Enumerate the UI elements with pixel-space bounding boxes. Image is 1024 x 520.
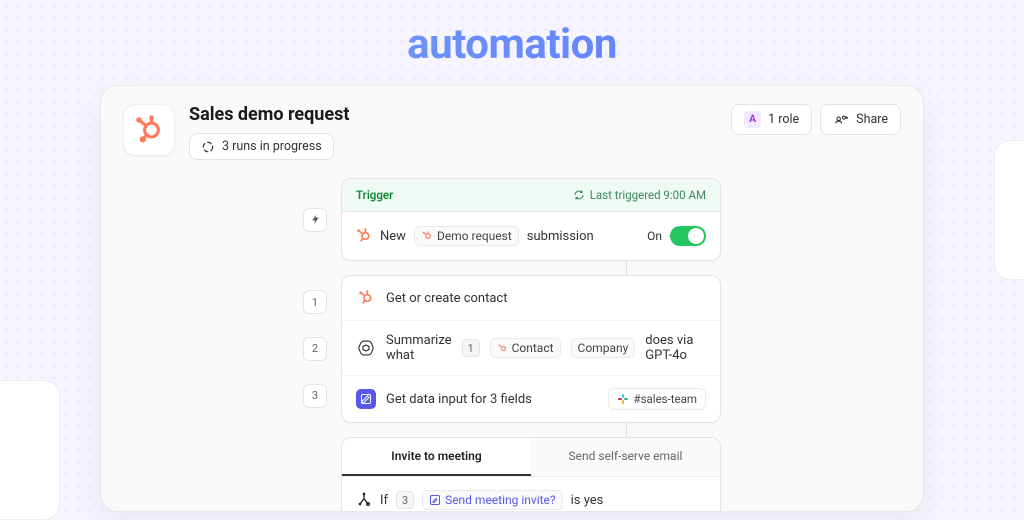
decorative-shape xyxy=(0,380,60,520)
share-icon xyxy=(833,113,849,127)
step-marker-3: 3 xyxy=(303,384,327,408)
trigger-toggle[interactable] xyxy=(670,226,706,246)
progress-icon xyxy=(201,140,215,154)
workflow-title: Sales demo request xyxy=(189,104,717,125)
runs-text: 3 runs in progress xyxy=(222,139,322,154)
role-badge: A xyxy=(744,111,761,128)
step-row[interactable]: Get or create contact xyxy=(342,276,720,321)
refresh-icon xyxy=(573,189,585,201)
slack-chip: #sales-team xyxy=(608,388,706,410)
role-label: 1 role xyxy=(768,112,799,127)
step-text: Get data input for 3 fields xyxy=(386,392,532,407)
toggle-label: On xyxy=(647,229,662,243)
contact-chip: Contact xyxy=(490,338,561,358)
lightning-icon xyxy=(310,214,321,225)
step-marker-2: 2 xyxy=(303,337,327,361)
tab-invite[interactable]: Invite to meeting xyxy=(342,438,531,476)
hubspot-icon xyxy=(134,115,164,145)
workflow-card: Sales demo request 3 runs in progress A … xyxy=(100,85,924,512)
runs-chip[interactable]: 3 runs in progress xyxy=(189,133,334,160)
edit-icon xyxy=(429,494,441,506)
step-row[interactable]: Get data input for 3 fields #sales-team xyxy=(342,376,720,422)
branch-card: Invite to meeting Send self-serve email … xyxy=(341,437,721,512)
branch-field-chip: Send meeting invite? xyxy=(422,490,563,510)
role-button[interactable]: A 1 role xyxy=(731,104,812,135)
trigger-card[interactable]: Trigger Last triggered 9:00 AM xyxy=(341,178,721,261)
branch-suffix: is yes xyxy=(571,493,604,508)
hubspot-icon xyxy=(421,230,433,242)
step-row[interactable]: Summarize what 1 Contact Company does vi… xyxy=(342,321,720,376)
branch-if: If xyxy=(380,493,388,508)
openai-icon xyxy=(357,339,375,357)
step-text: Get or create contact xyxy=(386,291,507,306)
branch-icon xyxy=(356,492,372,508)
decorative-shape xyxy=(994,140,1024,280)
tab-selfserve[interactable]: Send self-serve email xyxy=(531,438,720,476)
step-prefix: Summarize what xyxy=(386,333,452,363)
company-chip: Company xyxy=(571,338,636,358)
trigger-label: Trigger xyxy=(356,188,393,202)
trigger-step-marker xyxy=(303,208,327,232)
step-ref-chip: 1 xyxy=(462,339,480,357)
hubspot-icon xyxy=(497,343,508,354)
step-suffix: does via GPT-4o xyxy=(645,333,706,363)
hubspot-icon xyxy=(358,290,374,306)
app-icon-hubspot xyxy=(123,104,175,156)
trigger-suffix: submission xyxy=(527,229,594,244)
hubspot-icon xyxy=(356,228,372,244)
step-marker-1: 1 xyxy=(303,290,327,314)
edit-icon xyxy=(356,389,376,409)
branch-ref-chip: 3 xyxy=(396,491,414,509)
share-button[interactable]: Share xyxy=(820,104,901,135)
slack-icon xyxy=(617,393,629,405)
trigger-meta: Last triggered 9:00 AM xyxy=(590,188,706,202)
trigger-prefix: New xyxy=(380,229,406,244)
trigger-chip: Demo request xyxy=(414,226,519,246)
share-label: Share xyxy=(856,112,888,127)
page-title: automation xyxy=(0,0,1024,69)
steps-card: Get or create contact Summarize what 1 xyxy=(341,275,721,423)
